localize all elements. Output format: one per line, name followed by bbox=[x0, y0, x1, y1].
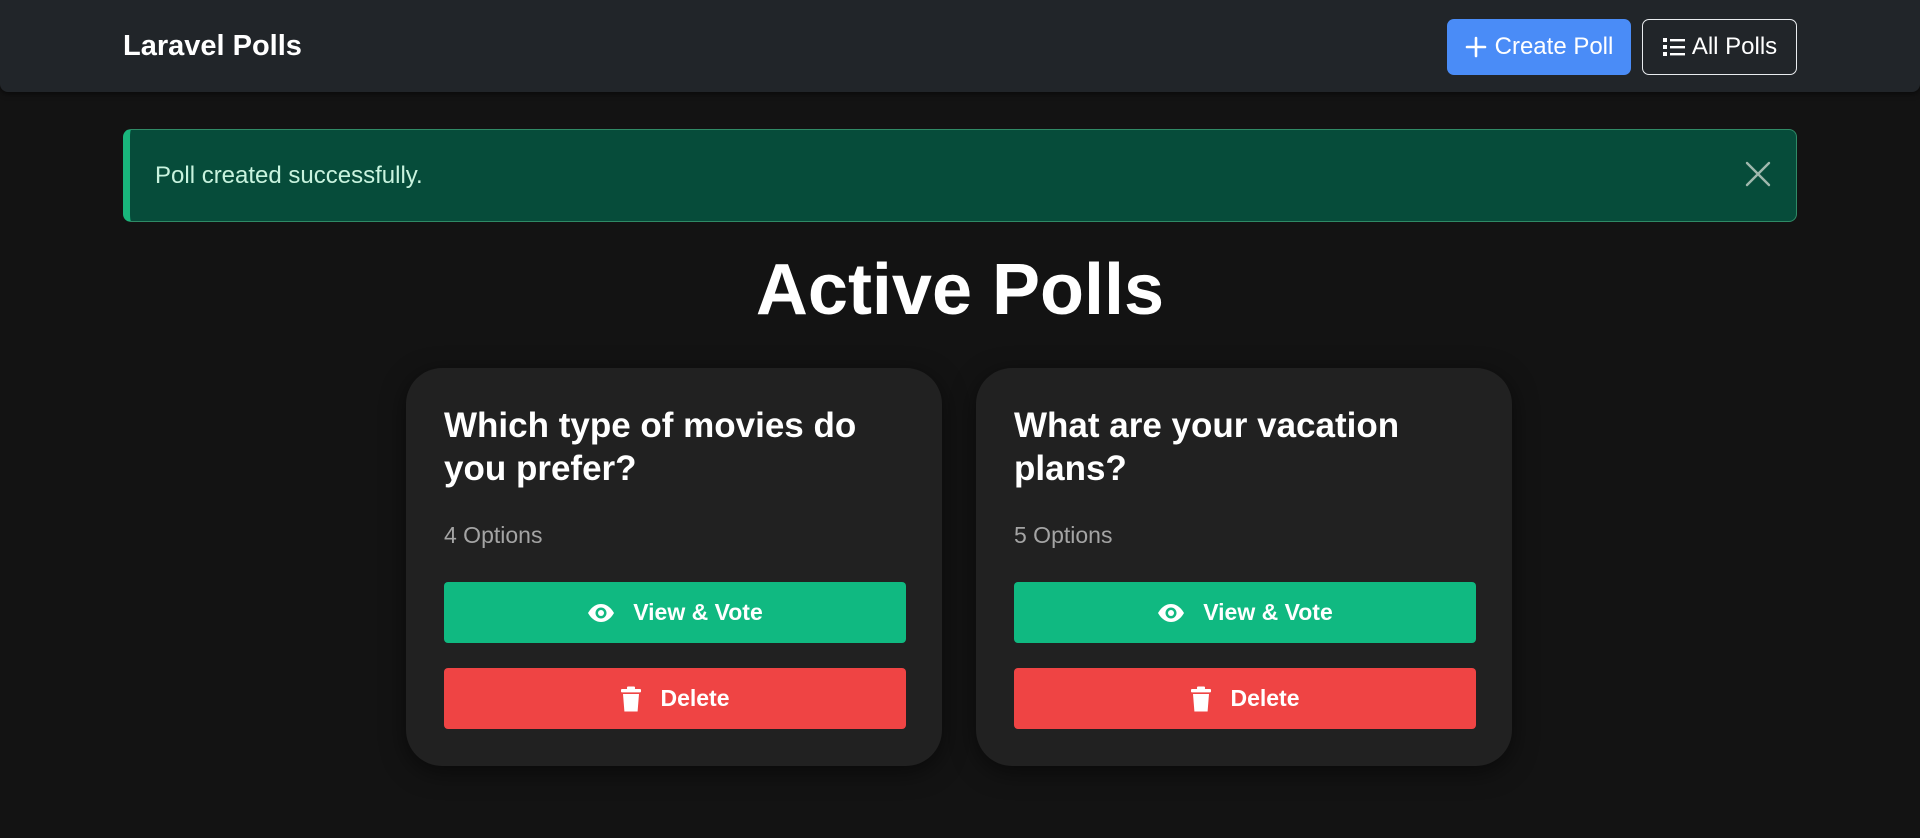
delete-label: Delete bbox=[1230, 685, 1300, 711]
success-alert: Poll created successfully. bbox=[123, 129, 1797, 222]
delete-button[interactable]: Delete bbox=[1014, 668, 1476, 729]
page-title: Active Polls bbox=[755, 250, 1165, 330]
navbar: Laravel Polls Create Poll All Polls bbox=[0, 0, 1920, 92]
eye-icon bbox=[587, 603, 615, 623]
poll-card: What are your vacation plans? 5 Options … bbox=[976, 368, 1512, 766]
trash-icon bbox=[1190, 686, 1212, 712]
plus-icon bbox=[1465, 36, 1487, 58]
view-vote-button[interactable]: View & Vote bbox=[444, 582, 906, 643]
eye-icon bbox=[1157, 603, 1185, 623]
close-icon[interactable] bbox=[1742, 158, 1774, 190]
poll-options-count: 5 Options bbox=[1014, 522, 1113, 548]
poll-options-count: 4 Options bbox=[444, 522, 543, 548]
all-polls-label: All Polls bbox=[1691, 33, 1778, 60]
create-poll-button[interactable]: Create Poll bbox=[1447, 19, 1631, 75]
poll-question: Which type of movies do you prefer? bbox=[444, 406, 857, 488]
delete-button[interactable]: Delete bbox=[444, 668, 906, 729]
delete-label: Delete bbox=[660, 685, 730, 711]
trash-icon bbox=[620, 686, 642, 712]
view-vote-button[interactable]: View & Vote bbox=[1014, 582, 1476, 643]
list-icon bbox=[1662, 36, 1686, 58]
poll-card: Which type of movies do you prefer? 4 Op… bbox=[406, 368, 942, 766]
poll-question: What are your vacation plans? bbox=[1014, 406, 1400, 488]
create-poll-label: Create Poll bbox=[1494, 33, 1614, 60]
view-vote-label: View & Vote bbox=[1203, 599, 1333, 625]
all-polls-button[interactable]: All Polls bbox=[1642, 19, 1797, 75]
view-vote-label: View & Vote bbox=[633, 599, 763, 625]
brand-logo[interactable]: Laravel Polls bbox=[123, 30, 302, 63]
alert-message: Poll created successfully. bbox=[155, 162, 423, 189]
